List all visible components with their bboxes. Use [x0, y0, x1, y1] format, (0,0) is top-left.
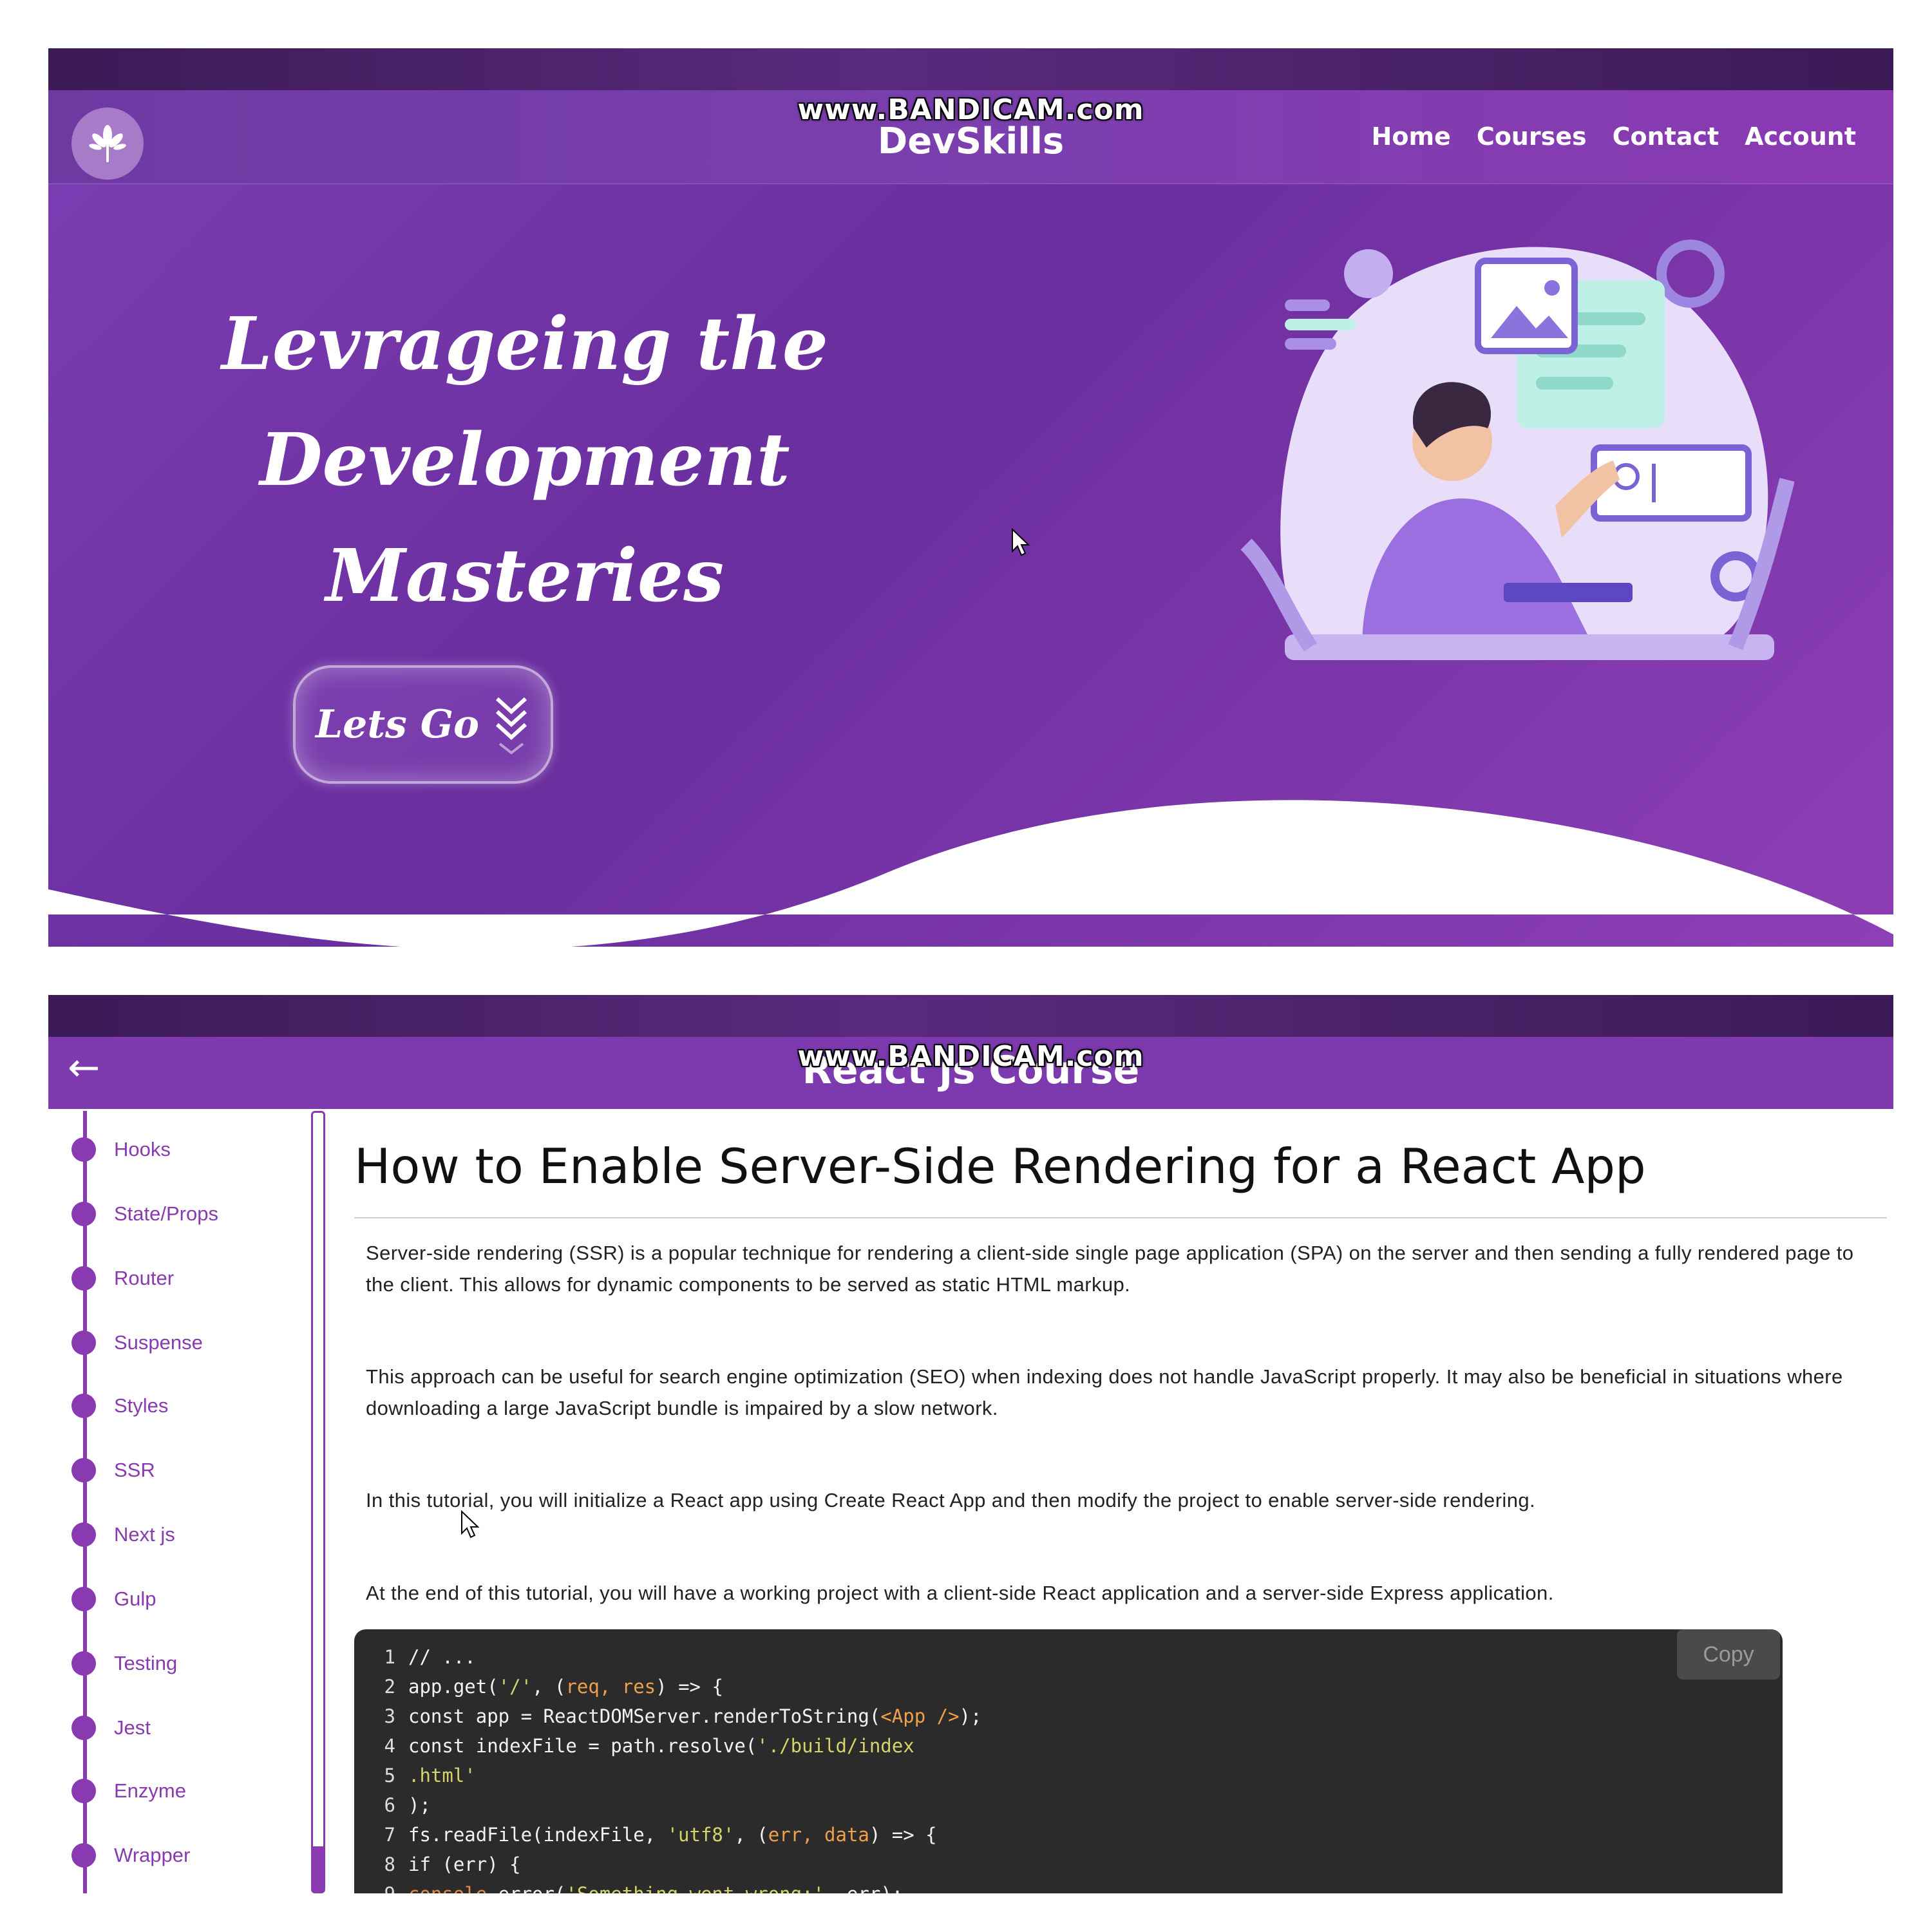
- sidebar-item-label: Router: [114, 1267, 175, 1289]
- line-number: 3: [384, 1705, 395, 1727]
- topic-sidebar: Hooks State/Props Router Suspense Styles…: [48, 1111, 325, 1893]
- sidebar-item-router[interactable]: Router: [71, 1264, 174, 1293]
- timeline-dot: [71, 1843, 96, 1868]
- sidebar-item-label: Styles: [114, 1394, 169, 1417]
- code-text: // ...: [408, 1646, 476, 1668]
- nav-home[interactable]: Home: [1372, 122, 1451, 151]
- sidebar-item-label: Jest: [114, 1716, 151, 1739]
- paragraph-4: At the end of this tutorial, you will ha…: [366, 1582, 1554, 1604]
- browser-top-bar: [48, 48, 1893, 90]
- sidebar-item-label: Suspense: [114, 1331, 203, 1354]
- paragraph-1: Server-side rendering (SSR) is a popular…: [366, 1242, 1854, 1296]
- timeline-dot: [71, 1137, 96, 1162]
- sidebar-item-label: Enzyme: [114, 1779, 186, 1802]
- line-number: 9: [354, 1879, 395, 1893]
- sidebar-item-label: SSR: [114, 1459, 155, 1481]
- sidebar-item-suspense[interactable]: Suspense: [71, 1329, 203, 1357]
- nav-courses[interactable]: Courses: [1477, 122, 1587, 151]
- code-line: 2 app.get('/', (req, res) => {: [354, 1672, 723, 1701]
- sidebar-item-gulp[interactable]: Gulp: [71, 1585, 156, 1613]
- sidebar-item-wrapper[interactable]: Wrapper: [71, 1841, 190, 1870]
- code-line: 1 // ...: [354, 1642, 476, 1672]
- timeline-dot: [71, 1522, 96, 1547]
- sidebar-scrollbar[interactable]: [311, 1111, 325, 1893]
- code-text: );: [408, 1794, 431, 1816]
- sidebar-item-label: Gulp: [114, 1587, 156, 1610]
- nav-contact[interactable]: Contact: [1613, 122, 1719, 151]
- code-text: const indexFile = path.resolve('./build/…: [408, 1735, 914, 1757]
- code-line: 6);: [354, 1790, 431, 1820]
- code-block: Copy 1 // ... 2 app.get('/', (req, res) => …: [354, 1629, 1783, 1893]
- developer-illustration: [1240, 240, 1795, 660]
- sidebar-item-state-props[interactable]: State/Props: [71, 1200, 218, 1228]
- sidebar-item-next-js[interactable]: Next js: [71, 1520, 175, 1549]
- nav-links: Home Courses Contact Account: [1372, 122, 1856, 151]
- timeline-dot: [71, 1331, 96, 1355]
- code-text: app.get('/', (req, res) => {: [408, 1676, 723, 1698]
- code-text: if (err) {: [408, 1853, 521, 1875]
- hero-title-line-2: Development Masteries: [260, 418, 790, 618]
- timeline-dot: [71, 1202, 96, 1226]
- sidebar-item-ssr[interactable]: SSR: [71, 1456, 155, 1484]
- mouse-pointer-icon: [1012, 528, 1030, 556]
- timeline-dot: [71, 1779, 96, 1803]
- timeline-dot: [71, 1651, 96, 1676]
- code-line: 9 console.error('Something went wrong:', …: [354, 1879, 904, 1893]
- scrollbar-thumb[interactable]: [313, 1846, 323, 1891]
- copy-button[interactable]: Copy: [1677, 1629, 1780, 1680]
- timeline-dot: [71, 1266, 96, 1291]
- code-line: 4 const indexFile = path.resolve('./build…: [354, 1731, 914, 1761]
- timeline-dot: [71, 1394, 96, 1418]
- line-number: 7: [384, 1824, 395, 1846]
- code-line: 3 const app = ReactDOMServer.renderToStri…: [354, 1701, 982, 1731]
- sidebar-item-label: State/Props: [114, 1202, 218, 1225]
- nav-account[interactable]: Account: [1745, 122, 1856, 151]
- line-number: 2: [384, 1676, 395, 1698]
- code-line: 5 .html': [354, 1761, 476, 1790]
- timeline-dot: [71, 1587, 96, 1611]
- code-text: const app = ReactDOMServer.renderToStrin…: [408, 1705, 982, 1727]
- article-title: How to Enable Server-Side Rendering for …: [354, 1138, 1646, 1195]
- sidebar-item-hooks[interactable]: Hooks: [71, 1135, 171, 1164]
- line-number: 8: [384, 1853, 395, 1875]
- timeline-dot: [71, 1458, 96, 1482]
- lets-go-button[interactable]: Lets Go: [293, 665, 553, 784]
- line-number: 1: [384, 1646, 395, 1668]
- lets-go-label: Lets Go: [315, 702, 479, 747]
- sidebar-item-label: Next js: [114, 1523, 175, 1546]
- code-line: 7 fs.readFile(indexFile, 'utf8', (err, da…: [354, 1820, 937, 1850]
- line-number: 5: [384, 1765, 395, 1786]
- sidebar-item-label: Wrapper: [114, 1844, 191, 1866]
- line-number: 4: [384, 1735, 395, 1757]
- sidebar-item-label: Testing: [114, 1652, 178, 1674]
- title-divider: [354, 1217, 1887, 1218]
- timeline-dot: [71, 1716, 96, 1740]
- double-chevron-down-icon: [495, 697, 527, 755]
- sidebar-item-styles[interactable]: Styles: [71, 1392, 168, 1420]
- paragraph-3: In this tutorial, you will initialize a …: [366, 1489, 1536, 1511]
- line-number: 6: [384, 1794, 395, 1816]
- code-text: console.error('Something went wrong:', e…: [408, 1883, 903, 1893]
- code-text: fs.readFile(indexFile, 'utf8', (err, dat…: [408, 1824, 937, 1846]
- sidebar-item-testing[interactable]: Testing: [71, 1649, 177, 1678]
- landing-page-screenshot: www.BANDICAM.com DevSkills Home Courses …: [48, 48, 1893, 947]
- recording-watermark: www.BANDICAM.com: [797, 1040, 1144, 1073]
- code-line: 8 if (err) {: [354, 1850, 521, 1879]
- hero-title-line-1: Levrageing the: [222, 302, 828, 386]
- sidebar-item-label: Hooks: [114, 1138, 171, 1160]
- timeline-line: [83, 1111, 87, 1893]
- browser-top-bar: [48, 995, 1893, 1037]
- sidebar-item-enzyme[interactable]: Enzyme: [71, 1777, 186, 1805]
- sidebar-item-jest[interactable]: Jest: [71, 1714, 151, 1742]
- course-page-screenshot: ← React js Course www.BANDICAM.com Hooks…: [48, 995, 1893, 1893]
- paragraph-2: This approach can be useful for search e…: [366, 1365, 1843, 1419]
- mouse-pointer-icon: [461, 1510, 480, 1539]
- code-text: .html': [408, 1765, 476, 1786]
